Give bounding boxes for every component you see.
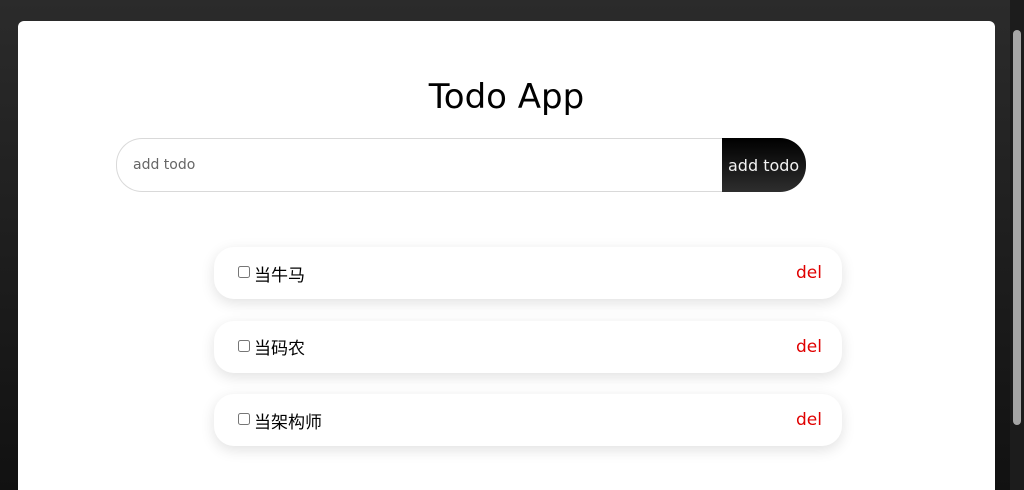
add-todo-input[interactable] [116, 138, 722, 192]
delete-button[interactable]: del [796, 410, 822, 430]
todo-text: 当牛马 [254, 265, 305, 286]
todo-list: 当牛马 del 当码农 del 当架构师 del [214, 247, 842, 468]
app-window: Todo App add todo 当牛马 del 当码农 del 当架构师 d… [18, 21, 995, 490]
add-todo-bar: add todo [116, 138, 806, 192]
page-title: Todo App [428, 77, 585, 117]
todo-text: 当码农 [254, 339, 305, 359]
delete-button[interactable]: del [796, 263, 822, 283]
todo-checkbox[interactable] [238, 413, 250, 425]
scroll-thumb[interactable] [1013, 30, 1021, 425]
todo-checkbox[interactable] [238, 266, 250, 278]
page-scrollbar[interactable] [1010, 0, 1024, 490]
todo-text: 当架构师 [254, 412, 322, 433]
delete-button[interactable]: del [796, 337, 822, 357]
todo-item: 当牛马 del [214, 247, 842, 299]
add-todo-button[interactable]: add todo [722, 138, 806, 192]
todo-item: 当架构师 del [214, 394, 842, 446]
todo-checkbox[interactable] [238, 339, 250, 352]
todo-item: 当码农 del [214, 320, 842, 373]
